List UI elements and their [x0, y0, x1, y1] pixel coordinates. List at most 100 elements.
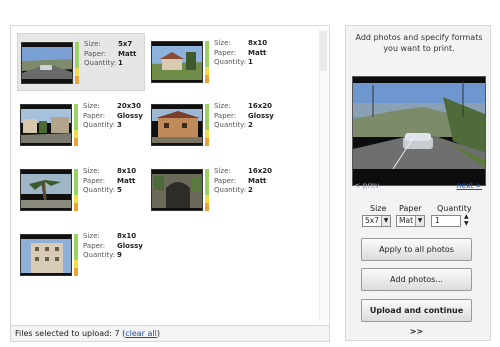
add-photos-button[interactable]: Add photos... — [361, 268, 472, 291]
quantity-input[interactable]: 1 — [431, 215, 461, 227]
quantity-value: 1 — [118, 59, 123, 67]
size-value: 8x10 — [117, 167, 137, 175]
size-label: Size: — [214, 39, 231, 47]
paper-label: Paper: — [214, 111, 237, 120]
size-select[interactable]: 5x7 ▼ — [362, 215, 391, 227]
preview-image — [353, 77, 485, 185]
paper-value: Matt — [248, 48, 267, 57]
photo-thumbnail[interactable] — [151, 169, 209, 211]
paper-label: Paper: — [84, 49, 107, 58]
quality-indicator — [205, 104, 209, 146]
photo-tile[interactable]: Size: 8x10 Paper: Glossy Quantity: 9 — [17, 226, 145, 284]
paper-label: Paper: — [83, 241, 106, 250]
scrollbar-thumb[interactable] — [320, 31, 327, 71]
paper-value: Glossy — [248, 111, 274, 120]
photo-preview — [352, 76, 486, 186]
photo-info: Size: 20x30 Paper: Glossy Quantity: 3 — [83, 102, 143, 131]
quality-indicator — [205, 41, 209, 83]
quantity-label: Quantity: — [83, 121, 116, 129]
photo-image — [151, 41, 203, 83]
photo-info: Size: 8x10 Paper: Matt Quantity: 5 — [83, 167, 136, 196]
apply-to-all-button[interactable]: Apply to all photos — [361, 238, 472, 261]
quantity-value: 1 — [248, 58, 253, 66]
paper-select-value: Mat — [399, 216, 414, 225]
photo-info: Size: 16x20 Paper: Matt Quantity: 2 — [214, 167, 272, 196]
quality-indicator — [74, 104, 78, 146]
size-value: 20x30 — [117, 102, 141, 110]
status-bar: Files selected to upload: 7 (clear all) — [11, 325, 329, 341]
photo-info: Size: 5x7 Paper: Matt Quantity: 1 — [84, 40, 136, 69]
photo-thumbnail[interactable] — [151, 104, 209, 146]
size-value: 16x20 — [248, 102, 272, 110]
size-value: 16x20 — [248, 167, 272, 175]
quantity-spinner[interactable]: ▲ ▼ — [464, 213, 470, 227]
photo-grid: Size: 5x7 Paper: Matt Quantity: 1 Size: 8x10 Pap… — [14, 30, 314, 320]
photo-image — [21, 42, 73, 84]
photo-tile[interactable]: Size: 8x10 Paper: Matt Quantity: 5 — [17, 161, 145, 219]
quantity-label: Quantity: — [214, 121, 247, 129]
photo-info: Size: 8x10 Paper: Glossy Quantity: 9 — [83, 232, 143, 261]
photo-thumbnail[interactable] — [20, 234, 78, 276]
size-label: Size: — [83, 167, 100, 175]
quantity-label: Quantity: — [84, 59, 117, 67]
paper-label: Paper — [399, 204, 422, 213]
quantity-label: Quantity: — [83, 186, 116, 194]
quantity-value: 2 — [248, 121, 253, 129]
prev-link[interactable]: < prev — [354, 181, 379, 190]
spin-down-icon[interactable]: ▼ — [464, 220, 470, 227]
photo-thumbnail[interactable] — [21, 42, 79, 84]
photo-tile[interactable]: Size: 5x7 Paper: Matt Quantity: 1 — [17, 33, 145, 91]
photo-list-panel: Size: 5x7 Paper: Matt Quantity: 1 Size: 8x10 Pap… — [10, 25, 330, 342]
photo-thumbnail[interactable] — [20, 104, 78, 146]
photo-tile[interactable]: Size: 20x30 Paper: Glossy Quantity: 3 — [17, 96, 145, 154]
size-label: Size — [370, 204, 387, 213]
photo-image — [151, 169, 203, 211]
size-label: Size: — [83, 232, 100, 240]
paper-value: Matt — [118, 49, 137, 58]
quantity-value: 5 — [117, 186, 122, 194]
photo-image — [20, 234, 72, 276]
size-label: Size: — [214, 167, 231, 175]
files-selected-text: Files selected to upload: 7 ( — [15, 329, 126, 338]
size-label: Size: — [214, 102, 231, 110]
quality-indicator — [74, 169, 78, 211]
paper-value: Glossy — [117, 111, 143, 120]
quantity-label: Quantity — [437, 204, 472, 213]
photo-info: Size: 16x20 Paper: Glossy Quantity: 2 — [214, 102, 274, 131]
size-label: Size: — [84, 40, 101, 48]
scrollbar-track[interactable] — [319, 29, 328, 321]
chevron-down-icon: ▼ — [381, 216, 390, 226]
clear-all-link[interactable]: clear all — [125, 329, 157, 338]
paper-label: Paper: — [83, 111, 106, 120]
chevron-down-icon: ▼ — [415, 216, 424, 226]
quality-indicator — [205, 169, 209, 211]
paper-select[interactable]: Mat ▼ — [396, 215, 425, 227]
paper-value: Matt — [248, 176, 267, 185]
quantity-value: 2 — [248, 186, 253, 194]
photo-info: Size: 8x10 Paper: Matt Quantity: 1 — [214, 39, 267, 68]
size-label: Size: — [83, 102, 100, 110]
format-sidebar: Add photos and specify formats you want … — [345, 25, 491, 341]
upload-continue-button[interactable]: Upload and continue >> — [361, 299, 472, 336]
photo-tile[interactable]: Size: 16x20 Paper: Glossy Quantity: 2 — [148, 96, 276, 154]
size-value: 8x10 — [248, 39, 268, 47]
paper-label: Paper: — [214, 176, 237, 185]
size-select-value: 5x7 — [365, 216, 379, 225]
paper-value: Matt — [117, 176, 136, 185]
size-value: 5x7 — [118, 40, 133, 48]
photo-thumbnail[interactable] — [151, 41, 209, 83]
paper-label: Paper: — [214, 48, 237, 57]
photo-image — [20, 169, 72, 211]
photo-tile[interactable]: Size: 16x20 Paper: Matt Quantity: 2 — [148, 161, 276, 219]
photo-tile[interactable]: Size: 8x10 Paper: Matt Quantity: 1 — [148, 33, 276, 91]
size-value: 8x10 — [117, 232, 137, 240]
quality-indicator — [75, 42, 79, 84]
photo-thumbnail[interactable] — [20, 169, 78, 211]
quality-indicator — [74, 234, 78, 276]
photo-image — [151, 104, 203, 146]
paper-value: Glossy — [117, 241, 143, 250]
instructions-text: Add photos and specify formats you want … — [355, 33, 483, 53]
paper-label: Paper: — [83, 176, 106, 185]
spin-up-icon[interactable]: ▲ — [464, 213, 470, 220]
next-link[interactable]: next > — [457, 181, 482, 190]
